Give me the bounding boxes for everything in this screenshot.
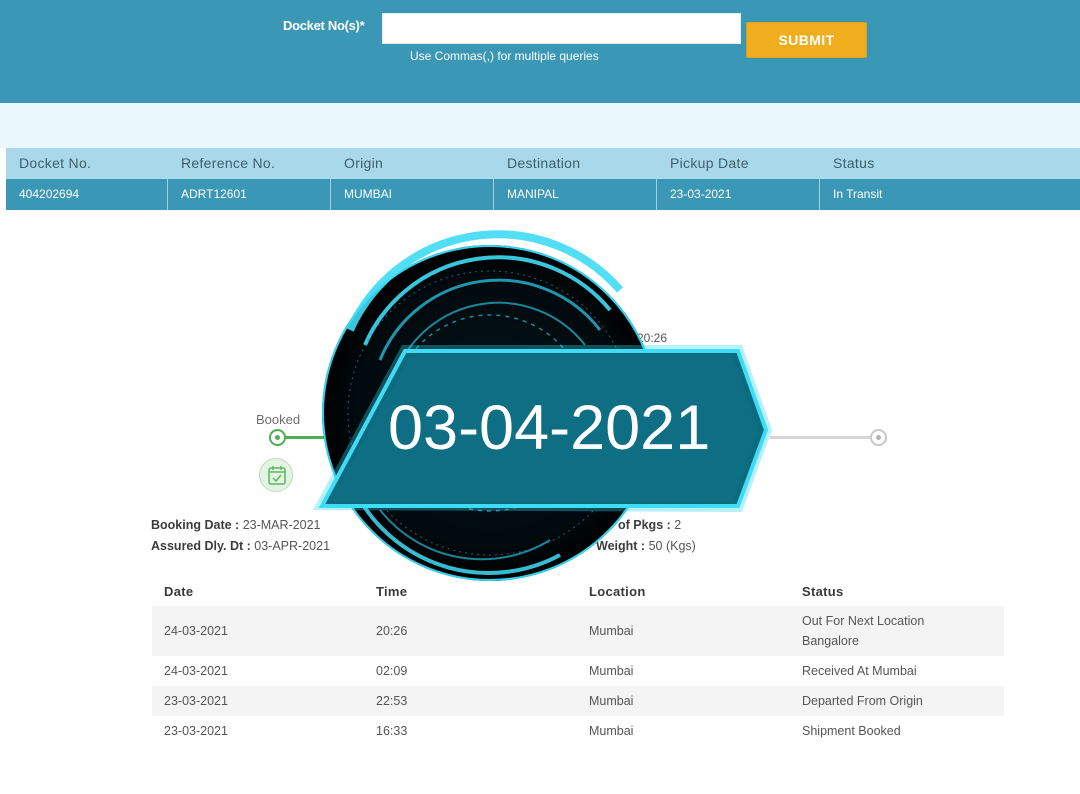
assured-date-label: Assured Dly. Dt : [151,539,251,553]
history-header-time: Time [376,584,408,599]
header-reference-no: Reference No. [181,155,276,171]
cell-destination: MANIPAL [494,179,657,210]
booking-date-value: 23-MAR-2021 [242,518,321,532]
cell-pickup-date: 23-03-2021 [657,179,820,210]
overlay-date-text: 03-04-2021 [388,393,711,463]
progress-line-complete [285,436,345,439]
results-header-row: Docket No. Reference No. Origin Destinat… [6,148,1080,179]
history-time: 22:53 [376,694,408,708]
shipment-weight: Weight : 50 (Kgs) [596,539,696,553]
header-docket-no: Docket No. [19,155,92,171]
table-row: 23-03-2021 22:53 Mumbai Departed From Or… [152,686,1004,716]
history-location: Mumbai [589,624,634,638]
tracker-booked-label: Booked [256,412,301,427]
history-date: 23-03-2021 [164,694,228,708]
final-step-dot [870,429,887,446]
history-header-row: Date Time Location Status [152,578,1004,606]
header-pickup-date: Pickup Date [670,155,749,171]
tracker-time-label: 20:26 [637,331,668,345]
history-header-location: Location [589,584,646,599]
booked-step-dot [269,429,286,446]
weight-value: 50 (Kgs) [648,539,696,553]
submit-button[interactable]: SUBMIT [746,22,867,58]
history-status: Shipment Booked [802,724,901,738]
history-date: 24-03-2021 [164,624,228,638]
history-time: 20:26 [376,624,408,638]
assured-delivery-date: Assured Dly. Dt : 03-APR-2021 [151,539,330,553]
history-time: 16:33 [376,724,408,738]
pkgs-value: 2 [674,518,682,532]
table-row: 23-03-2021 16:33 Mumbai Shipment Booked [152,716,1004,746]
history-date: 24-03-2021 [164,664,228,678]
progress-line-pending [770,436,872,439]
assured-date-value: 03-APR-2021 [254,539,331,553]
history-table: 24-03-2021 20:26 Mumbai Out For Next Loc… [152,606,1004,746]
spacer-band [0,103,1080,148]
history-location: Mumbai [589,724,634,738]
history-time: 02:09 [376,664,408,678]
header-destination: Destination [507,155,581,171]
history-location: Mumbai [589,664,634,678]
search-bar: Docket No(s)* Use Commas(,) for multiple… [0,0,1080,103]
history-status: Received At Mumbai [802,664,917,678]
pkgs-label: of Pkgs : [618,518,671,532]
history-header-date: Date [164,584,194,599]
header-status: Status [833,155,875,171]
history-status-line: Out For Next Location [802,614,925,628]
cell-origin: MUMBAI [331,179,494,210]
history-status: Out For Next Location Bangalore [790,606,1004,656]
cell-docket-no: 404202694 [6,179,168,210]
history-status: Departed From Origin [802,694,923,708]
cell-reference-no: ADRT12601 [168,179,331,210]
booking-date: Booking Date : 23-MAR-2021 [151,518,321,532]
table-row: 24-03-2021 02:09 Mumbai Received At Mumb… [152,656,1004,686]
search-hint: Use Commas(,) for multiple queries [410,49,599,63]
docket-search-input[interactable] [382,13,741,44]
docket-label: Docket No(s)* [283,18,365,33]
table-row: 24-03-2021 20:26 Mumbai Out For Next Loc… [152,606,1004,656]
results-row[interactable]: 404202694 ADRT12601 MUMBAI MANIPAL 23-03… [6,179,1080,210]
weight-label: Weight : [596,539,646,553]
header-origin: Origin [344,155,384,171]
history-status-line: Bangalore [802,634,859,648]
history-header-status: Status [802,584,844,599]
calendar-check-icon [259,458,293,492]
history-date: 23-03-2021 [164,724,228,738]
history-location: Mumbai [589,694,634,708]
package-count: of Pkgs : 2 [618,518,681,532]
cell-status: In Transit [833,187,883,201]
booking-date-label: Booking Date : [151,518,240,532]
